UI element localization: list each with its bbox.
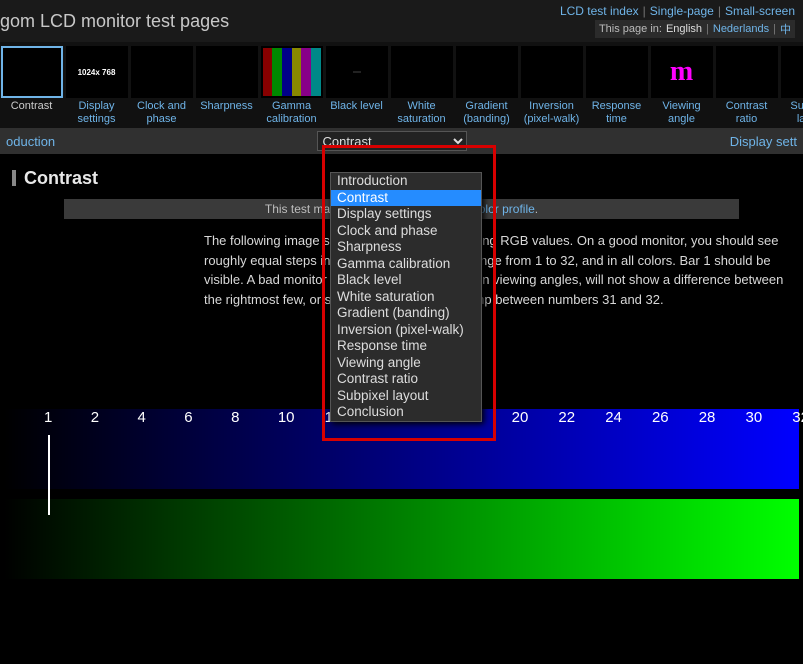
- scale-number: 28: [699, 409, 746, 426]
- thumb-inv[interactable]: Inversion (pixel-walk): [520, 46, 583, 128]
- link-index[interactable]: LCD test index: [560, 4, 639, 18]
- page-select-wrap: Contrast: [317, 131, 467, 151]
- scale-number: 24: [605, 409, 652, 426]
- page-select-dropdown[interactable]: IntroductionContrastDisplay settingsCloc…: [330, 172, 482, 422]
- thumb-label: Contrast ratio: [715, 98, 778, 128]
- dropdown-option[interactable]: Sharpness: [331, 239, 481, 256]
- thumb-label: Viewing angle: [650, 98, 713, 128]
- dropdown-option[interactable]: Conclusion: [331, 404, 481, 421]
- thumb-white[interactable]: White saturation: [390, 46, 453, 128]
- lang-cn[interactable]: 中: [780, 21, 791, 37]
- scale-marker: [48, 435, 50, 515]
- scale-number: 20: [512, 409, 559, 426]
- dropdown-option[interactable]: Subpixel layout: [331, 388, 481, 405]
- link-single[interactable]: Single-page: [650, 4, 714, 18]
- nav-next[interactable]: Display sett: [730, 134, 797, 149]
- page-title: gom LCD monitor test pages: [0, 11, 229, 32]
- scale-number: 30: [745, 409, 792, 426]
- thumb-disp[interactable]: 1024x 768Display settings: [65, 46, 128, 128]
- dropdown-option[interactable]: Viewing angle: [331, 355, 481, 372]
- thumb-black[interactable]: Black level: [325, 46, 388, 128]
- thumb-sub[interactable]: Subpixel layout: [780, 46, 803, 128]
- dropdown-option[interactable]: Introduction: [331, 173, 481, 190]
- dropdown-option[interactable]: Contrast ratio: [331, 371, 481, 388]
- thumb-label: Display settings: [65, 98, 128, 128]
- thumb-label: Subpixel layout: [780, 98, 803, 128]
- dropdown-option[interactable]: Clock and phase: [331, 223, 481, 240]
- nav-row: oduction Contrast Display sett: [0, 128, 803, 154]
- thumb-ratio[interactable]: 420 : 1Contrast ratio: [715, 46, 778, 128]
- scale-number: 6: [184, 409, 231, 426]
- thumb-resp[interactable]: Response time: [585, 46, 648, 128]
- thumb-label: Clock and phase: [130, 98, 193, 128]
- dropdown-option[interactable]: Gamma calibration: [331, 256, 481, 273]
- scale-number: 4: [138, 409, 185, 426]
- scale-number: 2: [91, 409, 138, 426]
- lang-label: This page in:: [599, 23, 662, 35]
- thumb-label: White saturation: [390, 98, 453, 128]
- dropdown-option[interactable]: Inversion (pixel-walk): [331, 322, 481, 339]
- paragraph-1: The following image shows 32 bars with i…: [204, 231, 791, 309]
- thumb-label: Sharpness: [200, 98, 253, 128]
- gradient-green: [4, 499, 799, 579]
- thumb-label: Black level: [330, 98, 383, 128]
- scale-number: 8: [231, 409, 278, 426]
- thumb-grad[interactable]: Gradient (banding): [455, 46, 518, 128]
- lang-en: English: [666, 23, 702, 35]
- dropdown-option[interactable]: Contrast: [331, 190, 481, 207]
- scale-number: 10: [278, 409, 325, 426]
- lang-nl[interactable]: Nederlands: [713, 23, 769, 35]
- dropdown-option[interactable]: White saturation: [331, 289, 481, 306]
- thumbnail-strip: Contrast 1024x 768Display settingsClock a…: [0, 42, 803, 128]
- link-small[interactable]: Small-screen: [725, 4, 795, 18]
- thumb-label: Inversion (pixel-walk): [520, 98, 583, 128]
- dropdown-option[interactable]: Gradient (banding): [331, 305, 481, 322]
- dropdown-option[interactable]: Black level: [331, 272, 481, 289]
- thumb-label: Contrast: [11, 98, 53, 128]
- thumb-stripes[interactable]: Clock and phase: [130, 46, 193, 128]
- dropdown-option[interactable]: Display settings: [331, 206, 481, 223]
- thumb-view[interactable]: mViewing angle: [650, 46, 713, 128]
- page-select[interactable]: Contrast: [317, 131, 467, 151]
- thumb-stripes2[interactable]: Sharpness: [195, 46, 258, 128]
- scale-number: 26: [652, 409, 699, 426]
- thumb-label: Response time: [585, 98, 648, 128]
- scale-number: 32: [792, 409, 803, 426]
- test-area: 12468101214161820222426283032: [4, 409, 799, 649]
- nav-prev[interactable]: oduction: [6, 134, 55, 149]
- dropdown-option[interactable]: Response time: [331, 338, 481, 355]
- thumb-label: Gradient (banding): [455, 98, 518, 128]
- scale-number: 1: [44, 409, 91, 426]
- thumb-label: Gamma calibration: [260, 98, 323, 128]
- thumb-gamma[interactable]: Gamma calibration: [260, 46, 323, 128]
- thumb-contrast[interactable]: Contrast: [0, 46, 63, 128]
- top-bar: gom LCD monitor test pages LCD test inde…: [0, 0, 803, 42]
- scale-number: 22: [558, 409, 605, 426]
- top-links: LCD test index | Single-page | Small-scr…: [560, 4, 795, 38]
